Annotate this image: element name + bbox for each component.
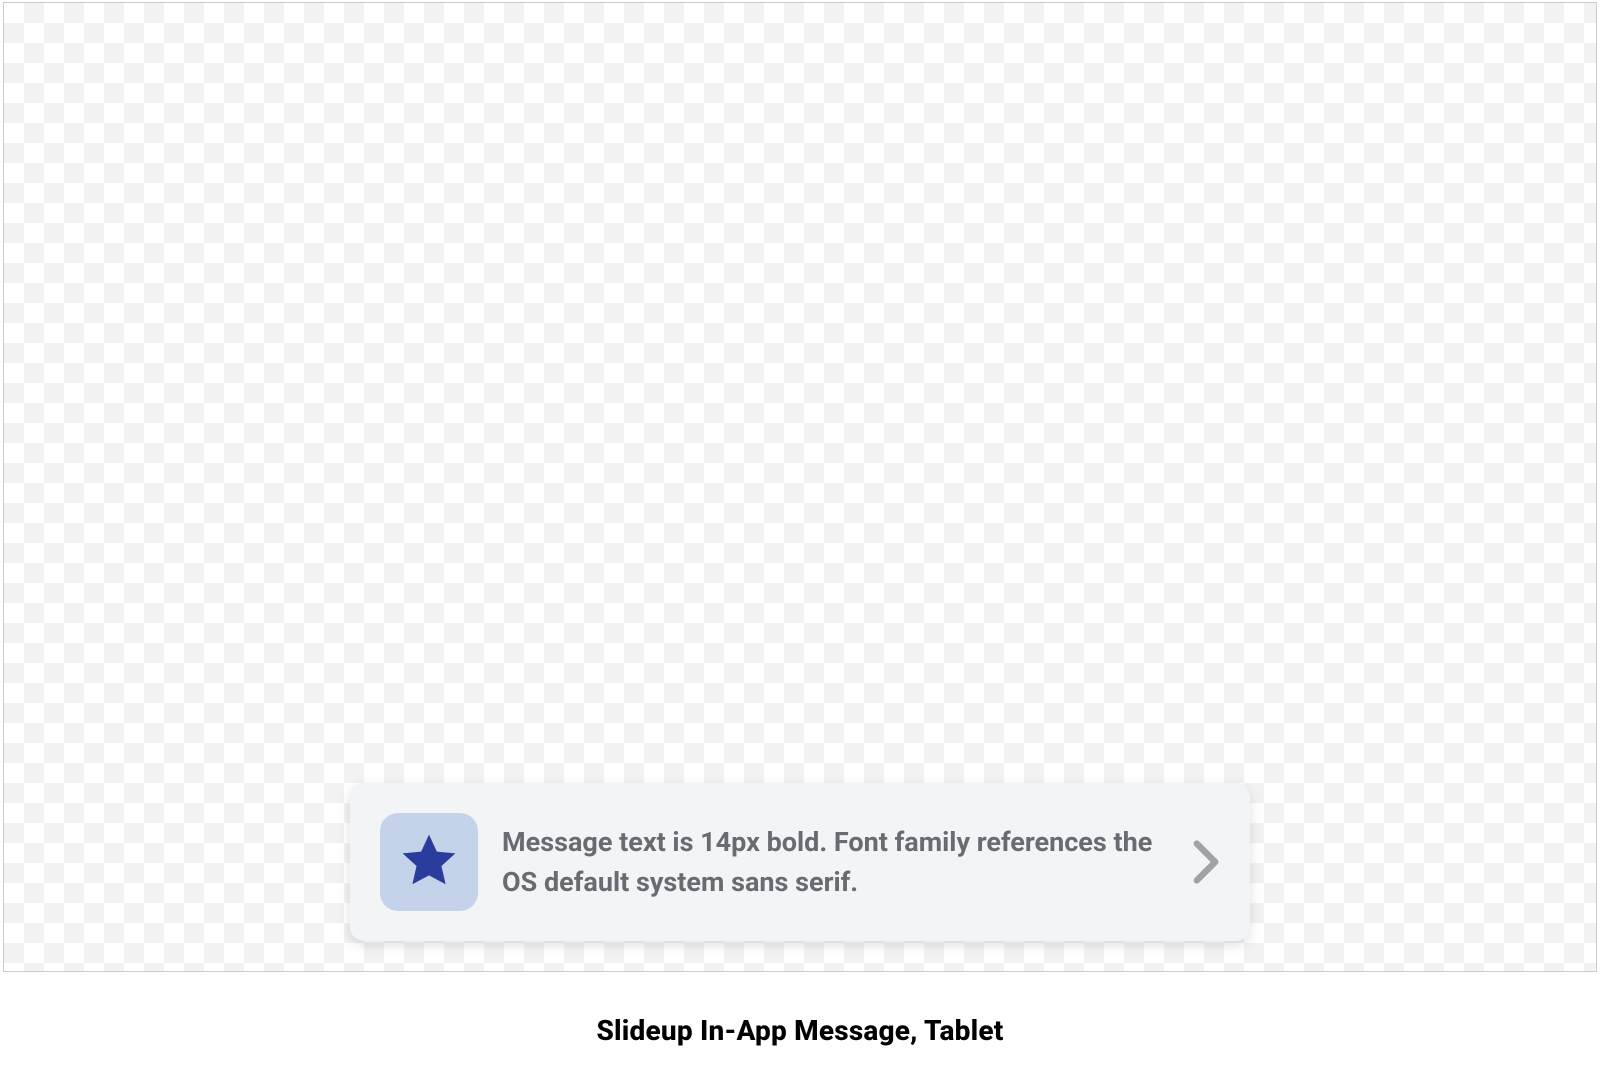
figure-caption: Slideup In-App Message, Tablet: [596, 1014, 1003, 1047]
star-icon: [397, 828, 461, 896]
slideup-message[interactable]: Message text is 14px bold. Font family r…: [350, 783, 1250, 941]
transparency-canvas: Message text is 14px bold. Font family r…: [3, 2, 1597, 972]
message-text: Message text is 14px bold. Font family r…: [502, 822, 1168, 903]
icon-badge: [380, 813, 478, 911]
chevron-right-icon[interactable]: [1192, 839, 1220, 885]
